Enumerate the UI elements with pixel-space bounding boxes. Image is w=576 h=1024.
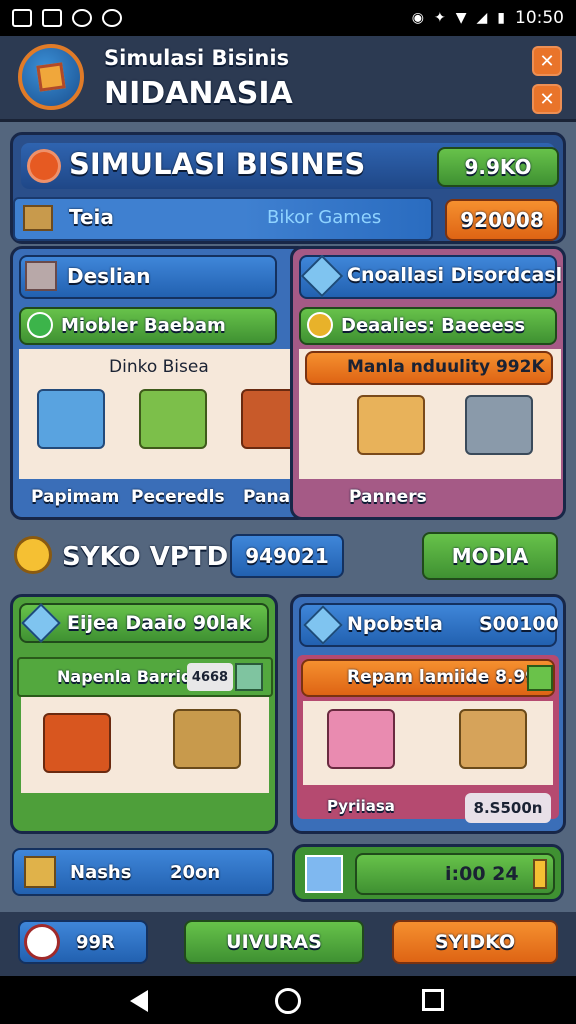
battery-level-icon (533, 859, 547, 889)
play-button[interactable]: UIVURAS (184, 920, 364, 964)
battery-icon: ▮ (497, 10, 505, 26)
app-title: NIDANASIA (104, 76, 293, 111)
shop-button[interactable]: SYIDKO (392, 920, 558, 964)
clock: 10:50 (515, 8, 564, 28)
coins-button[interactable]: 9.9KO (437, 147, 559, 187)
left-item-label-1: Papimam (31, 487, 120, 507)
sword-icon[interactable] (235, 663, 263, 691)
left-panel: Deslian Miobler Baebam Dinko Bisea Papim… (10, 246, 310, 520)
bottom-bar: 99R UIVURAS SYIDKO (0, 912, 576, 976)
footer-right-panel: i:00 24 (292, 844, 564, 902)
bottom-left-badge: 4668 (187, 663, 233, 691)
chain-icon (27, 149, 61, 183)
android-nav-bar (0, 976, 576, 1024)
bottom-right-value: S00100 (479, 613, 559, 635)
bottom-right-caption: Pyriiasa (327, 797, 395, 815)
status-bar: ◉ ✦ ▼ ◢ ▮ 10:50 (0, 0, 576, 36)
flag-icon[interactable] (527, 665, 553, 691)
check-icon (27, 312, 53, 338)
funds-button[interactable]: 920008 (445, 199, 559, 241)
info-label: Teia (69, 205, 114, 229)
badge-icon (307, 312, 333, 338)
wifi-icon: ▼ (455, 10, 467, 26)
left-panel-title: Deslian (67, 264, 151, 288)
title-panel: SIMULASI BISINES 9.9KO Teia Bikor Games … (10, 132, 566, 244)
bottom-right-panel: Npobstla S00100 Repam lamiide 8.990 Pyri… (290, 594, 566, 834)
mid-label: SYKO VPTD (62, 542, 229, 572)
cash-stall-icon[interactable] (139, 389, 207, 449)
cabinet-icon[interactable] (37, 389, 105, 449)
basket-icon[interactable] (173, 709, 241, 769)
app-subtitle: Simulasi Bisinis (104, 46, 290, 70)
page-title: SIMULASI BISINES (69, 147, 366, 181)
footer-left-label: Nashs (70, 862, 132, 883)
right-panel-title: Cnoallasi Disordcasl (347, 264, 563, 286)
left-subheader: Miobler Baebam (61, 315, 226, 336)
left-item-label-2: Peceredls (131, 487, 225, 507)
bottom-left-panel: Eijea Daaio 90lak Napenla Barride 4668 (10, 594, 278, 834)
right-item-label-1: Panners (349, 487, 427, 507)
package-icon[interactable] (357, 395, 425, 455)
recents-icon[interactable] (422, 989, 444, 1011)
treasure-box-icon (24, 856, 56, 888)
profile-label: 99R (76, 932, 115, 953)
chat-icon (72, 9, 92, 27)
crate-icon (23, 205, 53, 231)
right-subheader: Deaalies: Baeeess (341, 315, 526, 336)
main-area: SIMULASI BISINES 9.9KO Teia Bikor Games … (0, 122, 576, 912)
bottom-right-title: Npobstla (347, 613, 443, 635)
left-caption: Dinko Bisea (109, 357, 209, 377)
trolley-icon[interactable] (465, 395, 533, 455)
home-icon[interactable] (275, 988, 301, 1014)
media-button[interactable]: MODIA (422, 532, 558, 580)
shop-icon (25, 261, 57, 291)
app-logo (18, 44, 84, 110)
smile-icon (14, 536, 52, 574)
bottom-left-subheader: Napenla Barride (57, 667, 204, 686)
info-center-text: Bikor Games (267, 207, 382, 228)
footer-right-value: i:00 24 (445, 863, 519, 885)
download-icon (102, 9, 122, 27)
bottom-left-title: Eijea Daaio 90lak (67, 612, 252, 634)
back-icon[interactable] (130, 990, 148, 1012)
notification-icon (42, 9, 62, 27)
boxes-icon[interactable] (459, 709, 527, 769)
footer-left-value: 20on (170, 862, 221, 883)
dismiss-icon[interactable]: ✕ (532, 84, 562, 114)
alarm-icon: ◉ (411, 10, 424, 26)
bottom-right-subheader: Repam lamiide 8.990 (347, 667, 549, 687)
market-stall-icon[interactable] (43, 713, 111, 773)
close-icon[interactable]: ✕ (532, 46, 562, 76)
gallery-icon (12, 9, 32, 27)
signal-icon: ◢ (476, 10, 488, 26)
right-banner: Manla nduulity 992K (347, 357, 545, 377)
bottom-right-price[interactable]: 8.S500n (465, 793, 551, 823)
right-panel: Cnoallasi Disordcasl Deaalies: Baeeess M… (290, 246, 566, 520)
edit-icon[interactable] (305, 855, 343, 893)
shop-kiosk-icon[interactable] (327, 709, 395, 769)
app-header: Simulasi Bisinis NIDANASIA ✕ ✕ (0, 36, 576, 122)
vibrate-icon: ✦ (433, 10, 446, 26)
mid-value: 949021 (230, 534, 344, 578)
record-icon (24, 924, 60, 960)
